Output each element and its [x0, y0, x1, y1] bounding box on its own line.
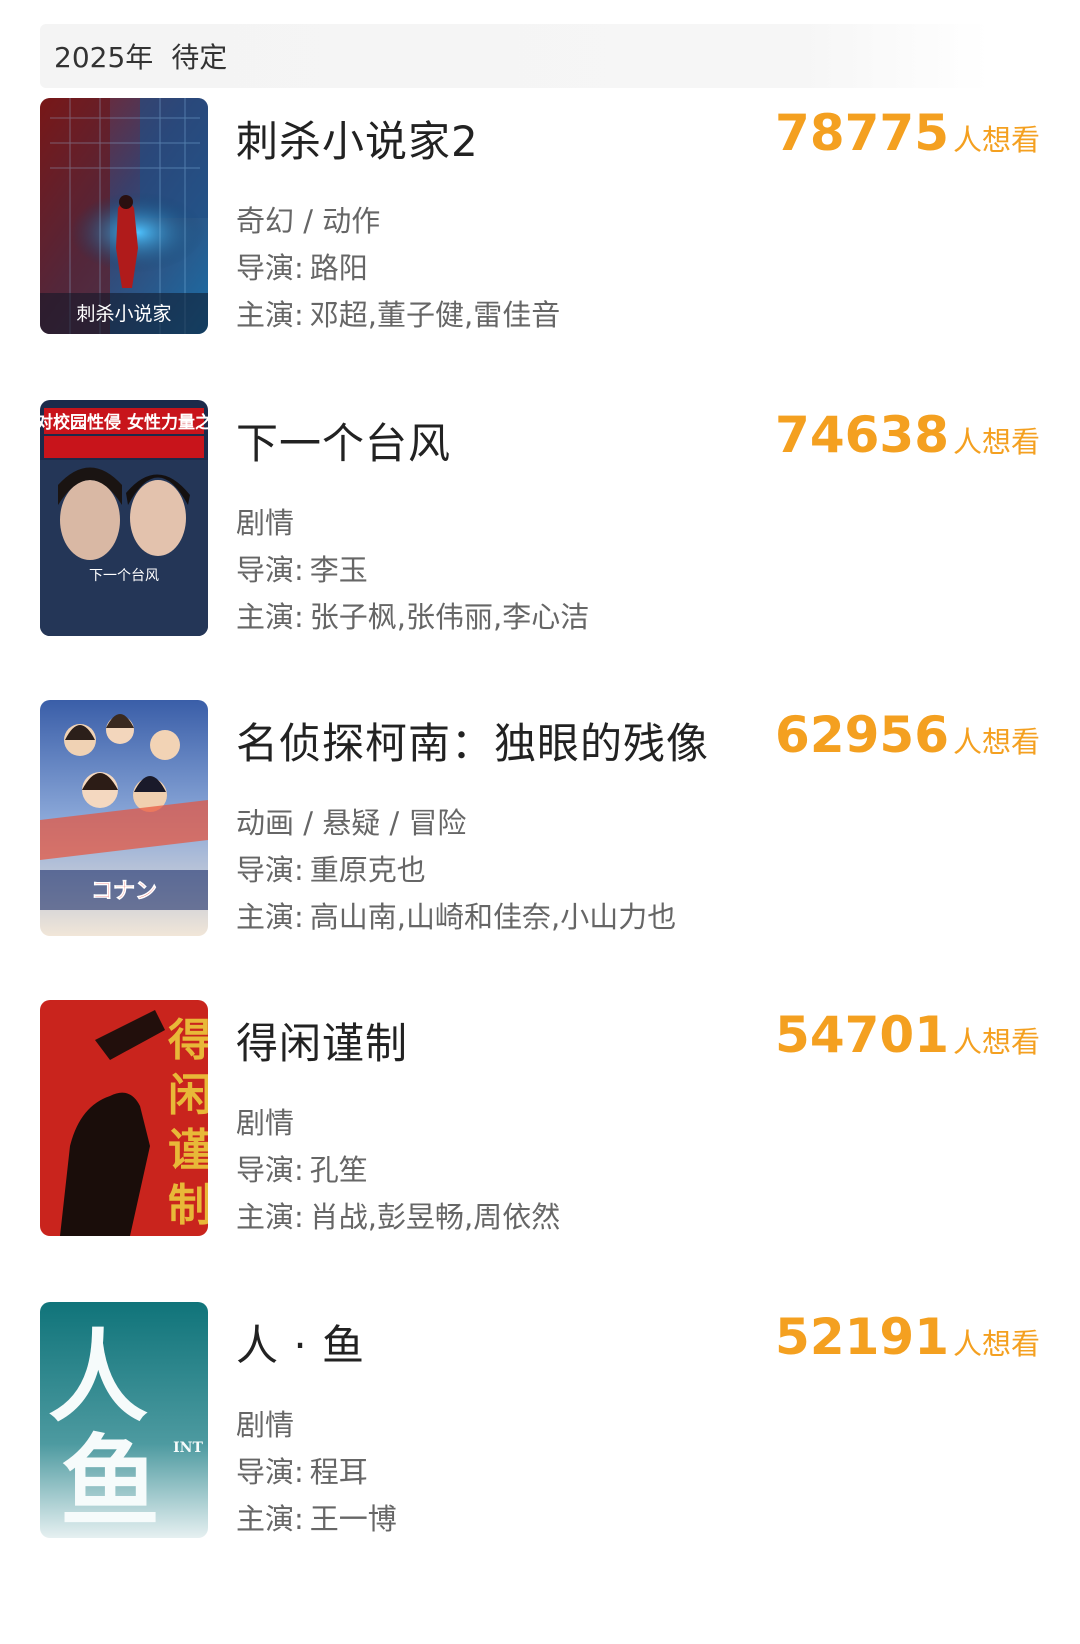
poster-5-char-1: 人 — [48, 1318, 148, 1436]
director-label: 导演: — [236, 1455, 304, 1489]
want-count-number: 78775 — [775, 104, 949, 162]
want-count-number: 62956 — [775, 706, 949, 764]
movie-title[interactable]: 刺杀小说家2 — [236, 108, 479, 169]
movie-cast: 主演: 张子枫,张伟丽,李心洁 — [236, 594, 589, 636]
director-label: 导演: — [236, 853, 304, 887]
cast-label: 主演: — [236, 1502, 304, 1536]
want-count-suffix: 人想看 — [952, 1327, 1040, 1361]
movie-poster[interactable]: 人 鱼 INT — [40, 1302, 208, 1538]
poster-5-char-2: 鱼 — [60, 1423, 160, 1538]
cast-label: 主演: — [236, 900, 304, 934]
director-name: 程耳 — [309, 1455, 368, 1489]
movie-item[interactable]: 得 闲 谨 制 得闲谨制 54701 人想看 剧情 导演: 孔笙 主演: 肖战,彭昱… — [40, 1000, 1040, 1240]
want-count: 52191 人想看 — [775, 1308, 1040, 1366]
director-name: 重原克也 — [309, 853, 426, 887]
director-name: 李玉 — [309, 553, 368, 587]
section-year: 2025年 — [54, 41, 154, 74]
movie-title[interactable]: 下一个台风 — [236, 410, 451, 471]
movie-poster[interactable]: コナン — [40, 700, 208, 936]
cast-names: 张子枫,张伟丽,李心洁 — [309, 600, 590, 634]
cast-names: 肖战,彭昱畅,周依然 — [309, 1200, 561, 1234]
want-count-suffix: 人想看 — [952, 1025, 1040, 1059]
poster-4-char-1: 得 — [167, 1015, 208, 1066]
movie-genre: 剧情 — [236, 1106, 295, 1140]
director-label: 导演: — [236, 251, 304, 285]
director-label: 导演: — [236, 553, 304, 587]
section-status: 待定 — [171, 41, 228, 74]
movie-item[interactable]: 反对校园性侵 女性力量之作 下一个台风 下一个台风 74638 人想看 剧情 导… — [40, 400, 1040, 640]
want-count-suffix: 人想看 — [952, 123, 1040, 157]
cast-label: 主演: — [236, 298, 304, 332]
cast-names: 王一博 — [309, 1502, 397, 1536]
movie-director: 导演: 孔笙 — [236, 1147, 368, 1189]
poster-2-text: 反对校园性侵 女性力量之作 — [40, 412, 208, 433]
poster-4-char-4: 制 — [168, 1180, 208, 1231]
want-count-number: 74638 — [775, 406, 949, 464]
movie-title[interactable]: 名侦探柯南：独眼的残像 — [236, 710, 709, 771]
movie-title[interactable]: 人 · 鱼 — [236, 1312, 365, 1373]
want-count: 78775 人想看 — [775, 104, 1040, 162]
movie-director: 导演: 路阳 — [236, 245, 368, 287]
movie-director: 导演: 程耳 — [236, 1449, 368, 1491]
poster-5-int: INT — [173, 1440, 203, 1456]
poster-1-text: 刺杀小说家 — [76, 303, 171, 325]
movie-item[interactable]: 刺杀小说家 刺杀小说家2 78775 人想看 奇幻 / 动作 导演: 路阳 主演:… — [40, 98, 1040, 338]
poster-image: コナン — [40, 700, 208, 936]
cast-label: 主演: — [236, 600, 304, 634]
movie-cast: 主演: 肖战,彭昱畅,周依然 — [236, 1194, 560, 1236]
movie-poster[interactable]: 刺杀小说家 — [40, 98, 208, 334]
movie-poster[interactable]: 得 闲 谨 制 — [40, 1000, 208, 1236]
movie-poster[interactable]: 反对校园性侵 女性力量之作 下一个台风 — [40, 400, 208, 636]
movie-title[interactable]: 得闲谨制 — [236, 1010, 408, 1071]
movie-genre: 剧情 — [236, 506, 295, 540]
movie-cast: 主演: 王一博 — [236, 1496, 397, 1538]
movie-director: 导演: 李玉 — [236, 547, 368, 589]
movie-director: 导演: 重原克也 — [236, 847, 426, 889]
poster-4-char-2: 闲 — [168, 1070, 208, 1121]
want-count-number: 52191 — [775, 1308, 949, 1366]
movie-item[interactable]: コナン 名侦探柯南：独眼的残像 62956 人想看 动画 / 悬疑 / 冒险 导… — [40, 700, 1040, 940]
want-count: 74638 人想看 — [775, 406, 1040, 464]
cast-label: 主演: — [236, 1200, 304, 1234]
cast-names: 邓超,董子健,雷佳音 — [309, 298, 561, 332]
director-label: 导演: — [236, 1153, 304, 1187]
poster-4-char-3: 谨 — [168, 1125, 208, 1176]
poster-3-text: コナン — [91, 879, 157, 904]
section-header: 2025年 待定 — [40, 24, 990, 88]
movie-cast: 主演: 高山南,山崎和佳奈,小山力也 — [236, 894, 676, 936]
movie-item[interactable]: 人 鱼 INT 人 · 鱼 52191 人想看 剧情 导演: 程耳 主演: 王一博 — [40, 1302, 1040, 1542]
poster-image: 得 闲 谨 制 — [40, 1000, 208, 1236]
poster-image: 人 鱼 INT — [40, 1302, 208, 1538]
poster-2-title: 下一个台风 — [89, 568, 159, 584]
want-count-number: 54701 — [775, 1006, 949, 1064]
director-name: 孔笙 — [309, 1153, 368, 1187]
movie-genre: 剧情 — [236, 1408, 295, 1442]
poster-image: 刺杀小说家 — [40, 98, 208, 334]
movie-genre: 动画 / 悬疑 / 冒险 — [236, 806, 467, 840]
poster-image: 反对校园性侵 女性力量之作 下一个台风 — [40, 400, 208, 636]
want-count: 54701 人想看 — [775, 1006, 1040, 1064]
want-count-suffix: 人想看 — [952, 725, 1040, 759]
cast-names: 高山南,山崎和佳奈,小山力也 — [309, 900, 677, 934]
movie-genre: 奇幻 / 动作 — [236, 204, 381, 238]
want-count-suffix: 人想看 — [952, 425, 1040, 459]
movie-cast: 主演: 邓超,董子健,雷佳音 — [236, 292, 560, 334]
want-count: 62956 人想看 — [775, 706, 1040, 764]
director-name: 路阳 — [309, 251, 368, 285]
